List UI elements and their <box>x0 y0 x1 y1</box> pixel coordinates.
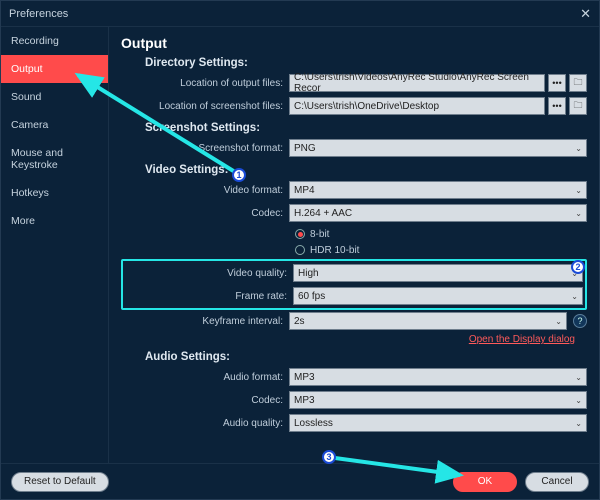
footer: Reset to Default OK Cancel <box>1 463 599 499</box>
bitdepth-hdr-radio[interactable]: HDR 10-bit <box>295 242 587 258</box>
titlebar: Preferences ✕ <box>1 1 599 27</box>
label-screenshot-location: Location of screenshot files: <box>121 101 289 112</box>
video-codec-select[interactable]: H.264 + AAC⌄ <box>289 204 587 222</box>
label-keyframe: Keyframe interval: <box>121 316 289 327</box>
open-display-dialog-link[interactable]: Open the Display dialog <box>121 334 575 345</box>
help-icon[interactable]: ? <box>573 314 587 328</box>
open-screenshot-folder-button[interactable]: 🗀 <box>569 97 587 115</box>
label-audio-codec: Codec: <box>121 395 289 406</box>
reset-button[interactable]: Reset to Default <box>11 472 109 492</box>
section-directory: Directory Settings: <box>145 57 587 69</box>
chevron-down-icon: ⌄ <box>575 144 582 153</box>
label-audio-format: Audio format: <box>121 372 289 383</box>
audio-codec-select[interactable]: MP3⌄ <box>289 391 587 409</box>
audio-quality-select[interactable]: Lossless⌄ <box>289 414 587 432</box>
sidebar: Recording Output Sound Camera Mouse and … <box>1 27 109 463</box>
screenshot-location-field[interactable]: C:\Users\trish\OneDrive\Desktop <box>289 97 545 115</box>
label-screenshot-format: Screenshot format: <box>121 143 289 154</box>
radio-checked-icon <box>295 229 305 239</box>
output-location-field[interactable]: C:\Users\trish\Videos\AnyRec Studio\AnyR… <box>289 74 545 92</box>
page-title: Output <box>121 35 587 51</box>
chevron-down-icon: ⌄ <box>571 292 578 301</box>
ok-button[interactable]: OK <box>453 472 517 492</box>
video-format-select[interactable]: MP4⌄ <box>289 181 587 199</box>
label-video-format: Video format: <box>121 185 289 196</box>
cancel-button[interactable]: Cancel <box>525 472 589 492</box>
label-video-codec: Codec: <box>121 208 289 219</box>
audio-format-select[interactable]: MP3⌄ <box>289 368 587 386</box>
sidebar-item-mouse[interactable]: Mouse and Keystroke <box>1 139 108 179</box>
label-frame-rate: Frame rate: <box>125 291 293 302</box>
folder-icon: 🗀 <box>573 98 582 114</box>
sidebar-item-recording[interactable]: Recording <box>1 27 108 55</box>
sidebar-item-sound[interactable]: Sound <box>1 83 108 111</box>
chevron-down-icon: ⌄ <box>571 269 578 278</box>
frame-rate-select[interactable]: 60 fps⌄ <box>293 287 583 305</box>
window-title: Preferences <box>9 8 68 20</box>
main-panel: Output Directory Settings: Location of o… <box>109 27 599 463</box>
highlight-quality-framerate: Video quality: High⌄ Frame rate: 60 fps⌄ <box>121 259 587 310</box>
dots-icon: ••• <box>552 78 561 88</box>
screenshot-format-select[interactable]: PNG⌄ <box>289 139 587 157</box>
sidebar-item-output[interactable]: Output <box>1 55 108 83</box>
close-icon[interactable]: ✕ <box>580 6 591 22</box>
sidebar-item-hotkeys[interactable]: Hotkeys <box>1 179 108 207</box>
label-output-location: Location of output files: <box>121 78 289 89</box>
folder-icon: 🗀 <box>573 75 582 91</box>
radio-unchecked-icon <box>295 245 305 255</box>
chevron-down-icon: ⌄ <box>555 317 562 326</box>
keyframe-select[interactable]: 2s⌄ <box>289 312 567 330</box>
bitdepth-8bit-radio[interactable]: 8-bit <box>295 226 587 242</box>
chevron-down-icon: ⌄ <box>575 209 582 218</box>
label-audio-quality: Audio quality: <box>121 418 289 429</box>
section-audio: Audio Settings: <box>145 351 587 363</box>
open-output-folder-button[interactable]: 🗀 <box>569 74 587 92</box>
sidebar-item-more[interactable]: More <box>1 207 108 235</box>
chevron-down-icon: ⌄ <box>575 396 582 405</box>
browse-screenshot-button[interactable]: ••• <box>548 97 566 115</box>
section-screenshot: Screenshot Settings: <box>145 122 587 134</box>
chevron-down-icon: ⌄ <box>575 186 582 195</box>
chevron-down-icon: ⌄ <box>575 373 582 382</box>
browse-output-button[interactable]: ••• <box>548 74 566 92</box>
chevron-down-icon: ⌄ <box>575 419 582 428</box>
dots-icon: ••• <box>552 101 561 111</box>
section-video: Video Settings: <box>145 164 587 176</box>
label-video-quality: Video quality: <box>125 268 293 279</box>
sidebar-item-camera[interactable]: Camera <box>1 111 108 139</box>
video-quality-select[interactable]: High⌄ <box>293 264 583 282</box>
